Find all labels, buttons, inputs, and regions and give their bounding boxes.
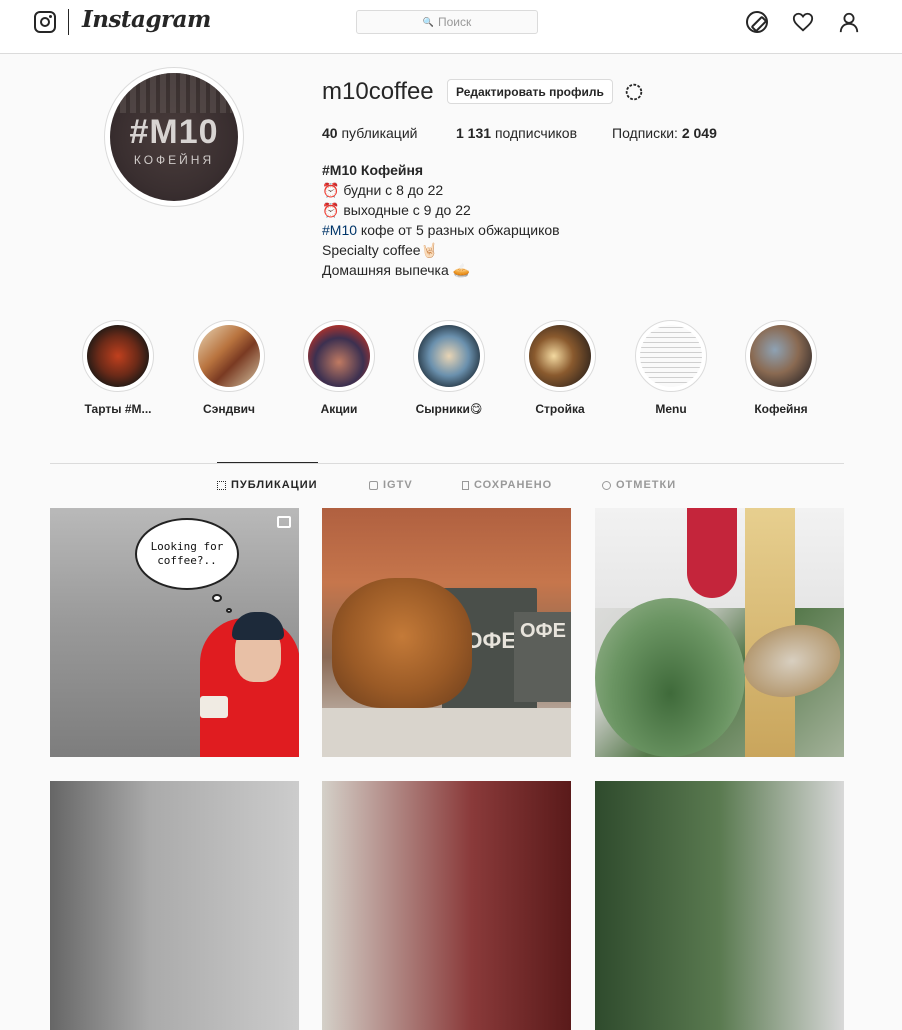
profile-bio: #M10 Кофейня ⏰ будни с 8 до 22 ⏰ выходны…: [322, 160, 560, 280]
bio-name: #M10 Кофейня: [322, 162, 424, 178]
avatar-logo-text: #M10: [129, 113, 219, 151]
carousel-icon: [277, 516, 291, 528]
profile-username: m10coffee: [322, 78, 434, 105]
avatar-image: #M10 КОФЕЙНЯ: [110, 73, 238, 201]
tv-icon: [369, 480, 378, 490]
top-navbar: Instagram 🔍 Поиск: [0, 0, 902, 54]
highlight-tarts[interactable]: Тарты #M...: [73, 320, 163, 416]
following-label: Подписки:: [612, 125, 678, 141]
tab-posts[interactable]: ПУБЛИКАЦИИ: [217, 479, 318, 491]
user-icon[interactable]: [838, 11, 860, 33]
highlight-image: [198, 325, 260, 387]
stat-following[interactable]: Подписки: 2 049: [612, 125, 717, 141]
settings-gear-icon[interactable]: [623, 81, 645, 103]
following-count: 2 049: [681, 125, 717, 141]
post-thumbnail[interactable]: [322, 781, 571, 1030]
instagram-logo[interactable]: Instagram: [82, 6, 211, 33]
post-thumbnail[interactable]: КОФЕ ОФЕ: [322, 508, 571, 757]
active-tab-indicator: [217, 462, 318, 463]
tab-posts-label: ПУБЛИКАЦИИ: [231, 479, 318, 491]
tagged-user-icon: [602, 480, 611, 490]
camera-icon[interactable]: [34, 11, 56, 33]
speech-bubble: Looking for coffee?..: [135, 518, 239, 590]
bio-line-pastry: Домашняя выпечка 🥧: [322, 262, 471, 278]
highlight-image: [87, 325, 149, 387]
highlight-image: [529, 325, 591, 387]
compass-icon[interactable]: [746, 11, 768, 33]
highlight-sandwich[interactable]: Сэндвич: [184, 320, 274, 416]
posts-label: публикаций: [341, 125, 418, 141]
highlight-menu[interactable]: Menu: [626, 320, 716, 416]
bubble-line-1: Looking for: [150, 540, 224, 553]
dog-figure: [332, 578, 472, 708]
stat-posts: 40 публикаций: [322, 125, 417, 141]
highlight-promos[interactable]: Акции: [294, 320, 384, 416]
post-thumbnail[interactable]: [595, 781, 844, 1030]
highlight-cafe[interactable]: Кофейня: [736, 320, 826, 416]
grid-icon: [217, 480, 226, 490]
heart-icon[interactable]: [792, 11, 814, 33]
highlight-label: Тарты #M...: [84, 402, 152, 416]
highlight-image: [640, 325, 702, 387]
bio-line-roasters-text: кофе от 5 разных обжарщиков: [357, 222, 560, 238]
search-icon: 🔍: [422, 16, 434, 27]
tab-tagged[interactable]: ОТМЕТКИ: [602, 479, 676, 491]
tabs-divider: [50, 463, 844, 464]
search-placeholder: Поиск: [437, 15, 472, 29]
bio-hashtag-link[interactable]: #M10: [322, 222, 357, 238]
post-thumbnail[interactable]: Looking for coffee?..: [50, 508, 299, 757]
highlight-label: Кофейня: [754, 402, 808, 416]
bookmark-icon: [462, 480, 469, 490]
highlight-image: [750, 325, 812, 387]
tab-saved-label: СОХРАНЕНО: [474, 479, 553, 491]
profile-avatar[interactable]: #M10 КОФЕЙНЯ: [104, 67, 244, 207]
highlight-label: Сырники😋: [415, 402, 483, 416]
followers-label: подписчиков: [494, 125, 578, 141]
tab-igtv-label: IGTV: [383, 479, 413, 491]
bio-line-weekends: ⏰ выходные с 9 до 22: [322, 202, 471, 218]
tab-tagged-label: ОТМЕТКИ: [616, 479, 677, 491]
post-thumbnail[interactable]: [595, 508, 844, 757]
logo-divider: [68, 9, 69, 35]
edit-profile-button[interactable]: Редактировать профиль: [447, 79, 613, 104]
highlight-label: Сэндвич: [203, 402, 255, 416]
post-thumbnail[interactable]: [50, 781, 299, 1030]
search-input[interactable]: 🔍 Поиск: [356, 10, 538, 34]
tab-igtv[interactable]: IGTV: [369, 479, 413, 491]
highlight-label: Menu: [655, 402, 687, 416]
bio-line-roasters: #M10 кофе от 5 разных обжарщиков: [322, 220, 560, 240]
followers-count: 1 131: [456, 125, 492, 141]
bio-line-weekdays: ⏰ будни с 8 до 22: [322, 182, 444, 198]
highlight-label: Стройка: [535, 402, 585, 416]
stat-followers[interactable]: 1 131 подписчиков: [456, 125, 577, 141]
posts-count: 40: [322, 125, 338, 141]
highlight-label: Акции: [320, 402, 358, 416]
bubble-line-2: coffee?..: [157, 554, 217, 567]
highlight-syrniki[interactable]: Сырники😋: [404, 320, 494, 416]
tab-saved[interactable]: СОХРАНЕНО: [462, 479, 552, 491]
highlight-construction[interactable]: Стройка: [515, 320, 605, 416]
highlight-image: [418, 325, 480, 387]
highlight-image: [308, 325, 370, 387]
coffee-box-text-2: ОФЕ: [514, 612, 571, 702]
avatar-logo-subtext: КОФЕЙНЯ: [133, 153, 215, 167]
bio-line-specialty: Specialty coffee🤘🏻: [322, 242, 439, 258]
